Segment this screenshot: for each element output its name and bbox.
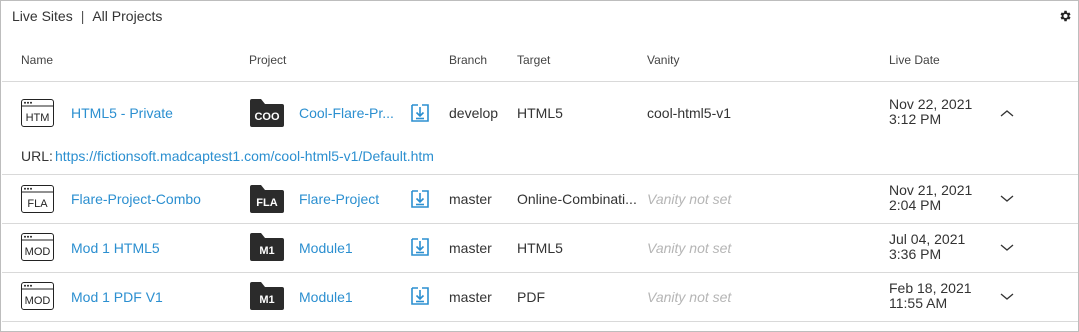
breadcrumb: Live Sites | All Projects [12, 8, 162, 24]
target-cell: HTML5 [517, 105, 563, 121]
output-file-label: FLA [27, 198, 48, 210]
project-link[interactable]: Cool-Flare-Pr... [299, 105, 394, 121]
column-header-branch[interactable]: Branch [449, 53, 487, 67]
column-header-project[interactable]: Project [249, 53, 286, 67]
output-file-icon: FLA [21, 185, 54, 213]
project-badge-label: COO [254, 111, 280, 123]
project-badge-label: FLA [256, 197, 277, 209]
live-sites-panel: Live Sites | All Projects Name Project B… [0, 0, 1079, 332]
chevron-down-icon[interactable] [999, 291, 1015, 301]
live-time: 2:04 PM [889, 197, 942, 213]
row-divider [2, 321, 1078, 322]
header-divider [2, 81, 1078, 82]
breadcrumb-live-sites[interactable]: Live Sites [12, 8, 73, 24]
live-date: Jul 04, 2021 [889, 231, 966, 247]
live-date-cell: Jul 04, 2021 3:36 PM [889, 232, 965, 262]
vanity-cell: Vanity not set [647, 289, 732, 305]
vanity-cell: Vanity not set [647, 240, 732, 256]
output-file-label: MOD [25, 295, 51, 307]
site-url-link[interactable]: https://fictionsoft.madcaptest1.com/cool… [55, 148, 434, 164]
row-divider [2, 223, 1078, 224]
branch-cell: master [449, 240, 492, 256]
project-folder-icon: FLA [250, 185, 284, 213]
chevron-down-icon[interactable] [999, 193, 1015, 203]
vanity-cell: Vanity not set [647, 191, 732, 207]
download-icon[interactable] [411, 238, 429, 256]
live-date-cell: Feb 18, 2021 11:55 AM [889, 281, 972, 311]
live-time: 3:36 PM [889, 246, 942, 262]
project-link[interactable]: Flare-Project [299, 191, 379, 207]
project-badge-label: M1 [259, 294, 274, 306]
project-badge-label: M1 [259, 245, 274, 257]
project-folder-icon: M1 [250, 233, 284, 261]
gear-icon[interactable] [1058, 9, 1072, 23]
branch-cell: master [449, 289, 492, 305]
project-link[interactable]: Module1 [299, 240, 353, 256]
output-file-icon: MOD [21, 282, 54, 310]
live-date-cell: Nov 21, 2021 2:04 PM [889, 183, 972, 213]
site-name-link[interactable]: Mod 1 HTML5 [71, 240, 160, 256]
live-time: 11:55 AM [889, 295, 948, 311]
project-link[interactable]: Module1 [299, 289, 353, 305]
live-date: Nov 21, 2021 [889, 182, 973, 198]
site-name-link[interactable]: Mod 1 PDF V1 [71, 289, 163, 305]
output-file-icon: MOD [21, 233, 54, 261]
output-file-label: MOD [25, 246, 51, 258]
download-icon[interactable] [411, 287, 429, 305]
column-header-live-date[interactable]: Live Date [889, 53, 940, 67]
target-cell: PDF [517, 289, 545, 305]
branch-cell: master [449, 191, 492, 207]
breadcrumb-all-projects[interactable]: All Projects [92, 8, 162, 24]
download-icon[interactable] [411, 104, 429, 122]
output-file-icon: HTM [21, 99, 54, 127]
site-name-link[interactable]: HTML5 - Private [71, 105, 173, 121]
live-time: 3:12 PM [889, 111, 942, 127]
download-icon[interactable] [411, 190, 429, 208]
chevron-up-icon[interactable] [999, 108, 1015, 118]
row-divider [2, 174, 1078, 175]
project-folder-icon: M1 [250, 282, 284, 310]
column-header-name[interactable]: Name [21, 53, 53, 67]
column-header-target[interactable]: Target [517, 53, 550, 67]
target-cell: Online-Combinati... [517, 191, 637, 207]
project-folder-icon: COO [250, 99, 284, 127]
live-date-cell: Nov 22, 2021 3:12 PM [889, 97, 972, 127]
url-label: URL: [21, 148, 53, 164]
live-date: Nov 22, 2021 [889, 96, 973, 112]
vanity-cell: cool-html5-v1 [647, 105, 732, 121]
live-date: Feb 18, 2021 [889, 280, 972, 296]
row-divider [2, 272, 1078, 273]
column-header-vanity[interactable]: Vanity [647, 53, 679, 67]
breadcrumb-separator: | [80, 8, 85, 24]
target-cell: HTML5 [517, 240, 563, 256]
branch-cell: develop [449, 105, 499, 121]
site-name-link[interactable]: Flare-Project-Combo [71, 191, 201, 207]
output-file-label: HTM [26, 112, 50, 124]
chevron-down-icon[interactable] [999, 242, 1015, 252]
